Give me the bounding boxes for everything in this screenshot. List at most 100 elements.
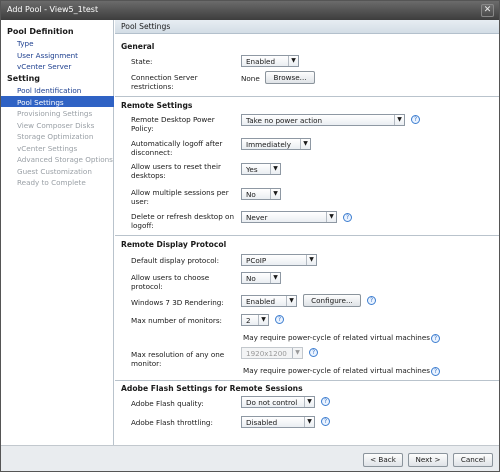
power-cycle-note: May require power-cycle of related virtu… — [243, 366, 431, 375]
divider — [115, 235, 499, 236]
flash-throttling-select[interactable]: Disabled ▼ — [241, 416, 315, 428]
multiple-sessions-label: Allow multiple sessions per user: — [131, 188, 229, 206]
default-protocol-value: PCoIP — [246, 256, 267, 265]
reset-desktops-select[interactable]: Yes ▼ — [241, 163, 281, 175]
flash-quality-value: Do not control — [246, 398, 298, 407]
sidebar-header-pool-definition: Pool Definition — [7, 27, 74, 36]
max-monitors-select[interactable]: 2 ▼ — [241, 314, 269, 326]
chevron-down-icon: ▼ — [326, 212, 336, 222]
panel-title: Pool Settings — [121, 22, 171, 31]
back-button[interactable]: < Back — [363, 453, 403, 467]
power-cycle-note: May require power-cycle of related virtu… — [243, 333, 431, 342]
sidebar-item-view-composer-disks: View Composer Disks — [17, 121, 95, 130]
close-icon[interactable]: ✕ — [481, 4, 494, 17]
power-policy-label: Remote Desktop Power Policy: — [131, 115, 215, 133]
sidebar-item-pool-identification[interactable]: Pool Identification — [17, 86, 81, 95]
state-value: Enabled — [246, 57, 276, 66]
max-resolution-value: 1920x1200 — [246, 349, 287, 358]
auto-logoff-value: Immediately — [246, 140, 291, 149]
state-label: State: — [131, 57, 153, 66]
connection-server-value: None — [241, 74, 260, 83]
sidebar-item-pool-settings[interactable]: Pool Settings — [17, 98, 64, 107]
chevron-down-icon: ▼ — [292, 348, 302, 358]
sidebar-header-setting: Setting — [7, 74, 40, 83]
section-general: General — [121, 42, 155, 51]
sidebar-item-vcenter-settings: vCenter Settings — [17, 144, 78, 153]
help-icon[interactable]: ? — [275, 315, 284, 324]
browse-button[interactable]: Browse... — [265, 71, 315, 84]
windows7-3d-select[interactable]: Enabled ▼ — [241, 295, 297, 307]
choose-protocol-select[interactable]: No ▼ — [241, 272, 281, 284]
sidebar-item-type[interactable]: Type — [17, 39, 34, 48]
next-button[interactable]: Next > — [408, 453, 448, 467]
chevron-down-icon: ▼ — [258, 315, 268, 325]
chevron-down-icon: ▼ — [306, 255, 316, 265]
flash-throttling-value: Disabled — [246, 418, 278, 427]
help-icon[interactable]: ? — [431, 334, 440, 343]
auto-logoff-label: Automatically logoff after disconnect: — [131, 139, 223, 157]
sidebar-item-storage-optimization: Storage Optimization — [17, 132, 94, 141]
flash-quality-label: Adobe Flash quality: — [131, 399, 204, 408]
pool-settings-panel: Pool Settings General State: Enabled ▼ C… — [115, 20, 499, 445]
chevron-down-icon: ▼ — [394, 115, 404, 125]
divider — [115, 380, 499, 381]
help-icon[interactable]: ? — [411, 115, 420, 124]
section-remote-display-protocol: Remote Display Protocol — [121, 240, 227, 249]
delete-refresh-select[interactable]: Never ▼ — [241, 211, 337, 223]
sidebar-item-ready-to-complete: Ready to Complete — [17, 178, 86, 187]
chevron-down-icon: ▼ — [288, 56, 298, 66]
flash-quality-select[interactable]: Do not control ▼ — [241, 396, 315, 408]
panel-header: Pool Settings — [115, 20, 499, 34]
state-select[interactable]: Enabled ▼ — [241, 55, 299, 67]
multiple-sessions-value: No — [246, 190, 256, 199]
multiple-sessions-select[interactable]: No ▼ — [241, 188, 281, 200]
configure-button[interactable]: Configure... — [303, 294, 361, 307]
sidebar-item-guest-customization: Guest Customization — [17, 167, 92, 176]
chevron-down-icon: ▼ — [270, 189, 280, 199]
power-policy-value: Take no power action — [246, 116, 323, 125]
section-remote-settings: Remote Settings — [121, 101, 193, 110]
cancel-button[interactable]: Cancel — [453, 453, 493, 467]
max-monitors-value: 2 — [246, 316, 251, 325]
help-icon[interactable]: ? — [431, 367, 440, 376]
chevron-down-icon: ▼ — [300, 139, 310, 149]
chevron-down-icon: ▼ — [270, 164, 280, 174]
default-protocol-label: Default display protocol: — [131, 256, 220, 265]
choose-protocol-label: Allow users to choose protocol: — [131, 273, 210, 291]
help-icon[interactable]: ? — [367, 296, 376, 305]
section-adobe-flash: Adobe Flash Settings for Remote Sessions — [121, 384, 303, 393]
chevron-down-icon: ▼ — [304, 417, 314, 427]
windows7-3d-value: Enabled — [246, 297, 276, 306]
choose-protocol-value: No — [246, 274, 256, 283]
window-title: Add Pool - View5_1test — [7, 5, 99, 14]
max-resolution-label: Max resolution of any one monitor: — [131, 350, 225, 368]
sidebar-item-advanced-storage-options: Advanced Storage Options — [17, 155, 113, 164]
chevron-down-icon: ▼ — [304, 397, 314, 407]
title-bar: Add Pool - View5_1test ✕ — [1, 1, 499, 20]
divider — [115, 96, 499, 97]
delete-refresh-label: Delete or refresh desktop on logoff: — [131, 212, 234, 230]
chevron-down-icon: ▼ — [286, 296, 296, 306]
delete-refresh-value: Never — [246, 213, 268, 222]
help-icon[interactable]: ? — [343, 213, 352, 222]
sidebar-item-user-assignment[interactable]: User Assignment — [17, 51, 78, 60]
help-icon[interactable]: ? — [309, 348, 318, 357]
wizard-sidebar: Pool Definition Type User Assignment vCe… — [1, 20, 114, 445]
reset-desktops-label: Allow users to reset their desktops: — [131, 162, 221, 180]
default-protocol-select[interactable]: PCoIP ▼ — [241, 254, 317, 266]
max-resolution-select: 1920x1200 ▼ — [241, 347, 303, 359]
help-icon[interactable]: ? — [321, 397, 330, 406]
connection-server-label: Connection Server restrictions: — [131, 73, 198, 91]
help-icon[interactable]: ? — [321, 417, 330, 426]
windows7-3d-label: Windows 7 3D Rendering: — [131, 298, 224, 307]
reset-desktops-value: Yes — [246, 165, 258, 174]
auto-logoff-select[interactable]: Immediately ▼ — [241, 138, 311, 150]
sidebar-item-provisioning-settings: Provisioning Settings — [17, 109, 93, 118]
chevron-down-icon: ▼ — [270, 273, 280, 283]
max-monitors-label: Max number of monitors: — [131, 316, 222, 325]
sidebar-item-vcenter-server[interactable]: vCenter Server — [17, 62, 71, 71]
dialog-footer: < Back Next > Cancel — [1, 445, 499, 471]
flash-throttling-label: Adobe Flash throttling: — [131, 418, 213, 427]
add-pool-dialog: Add Pool - View5_1test ✕ Pool Definition… — [0, 0, 500, 472]
power-policy-select[interactable]: Take no power action ▼ — [241, 114, 405, 126]
